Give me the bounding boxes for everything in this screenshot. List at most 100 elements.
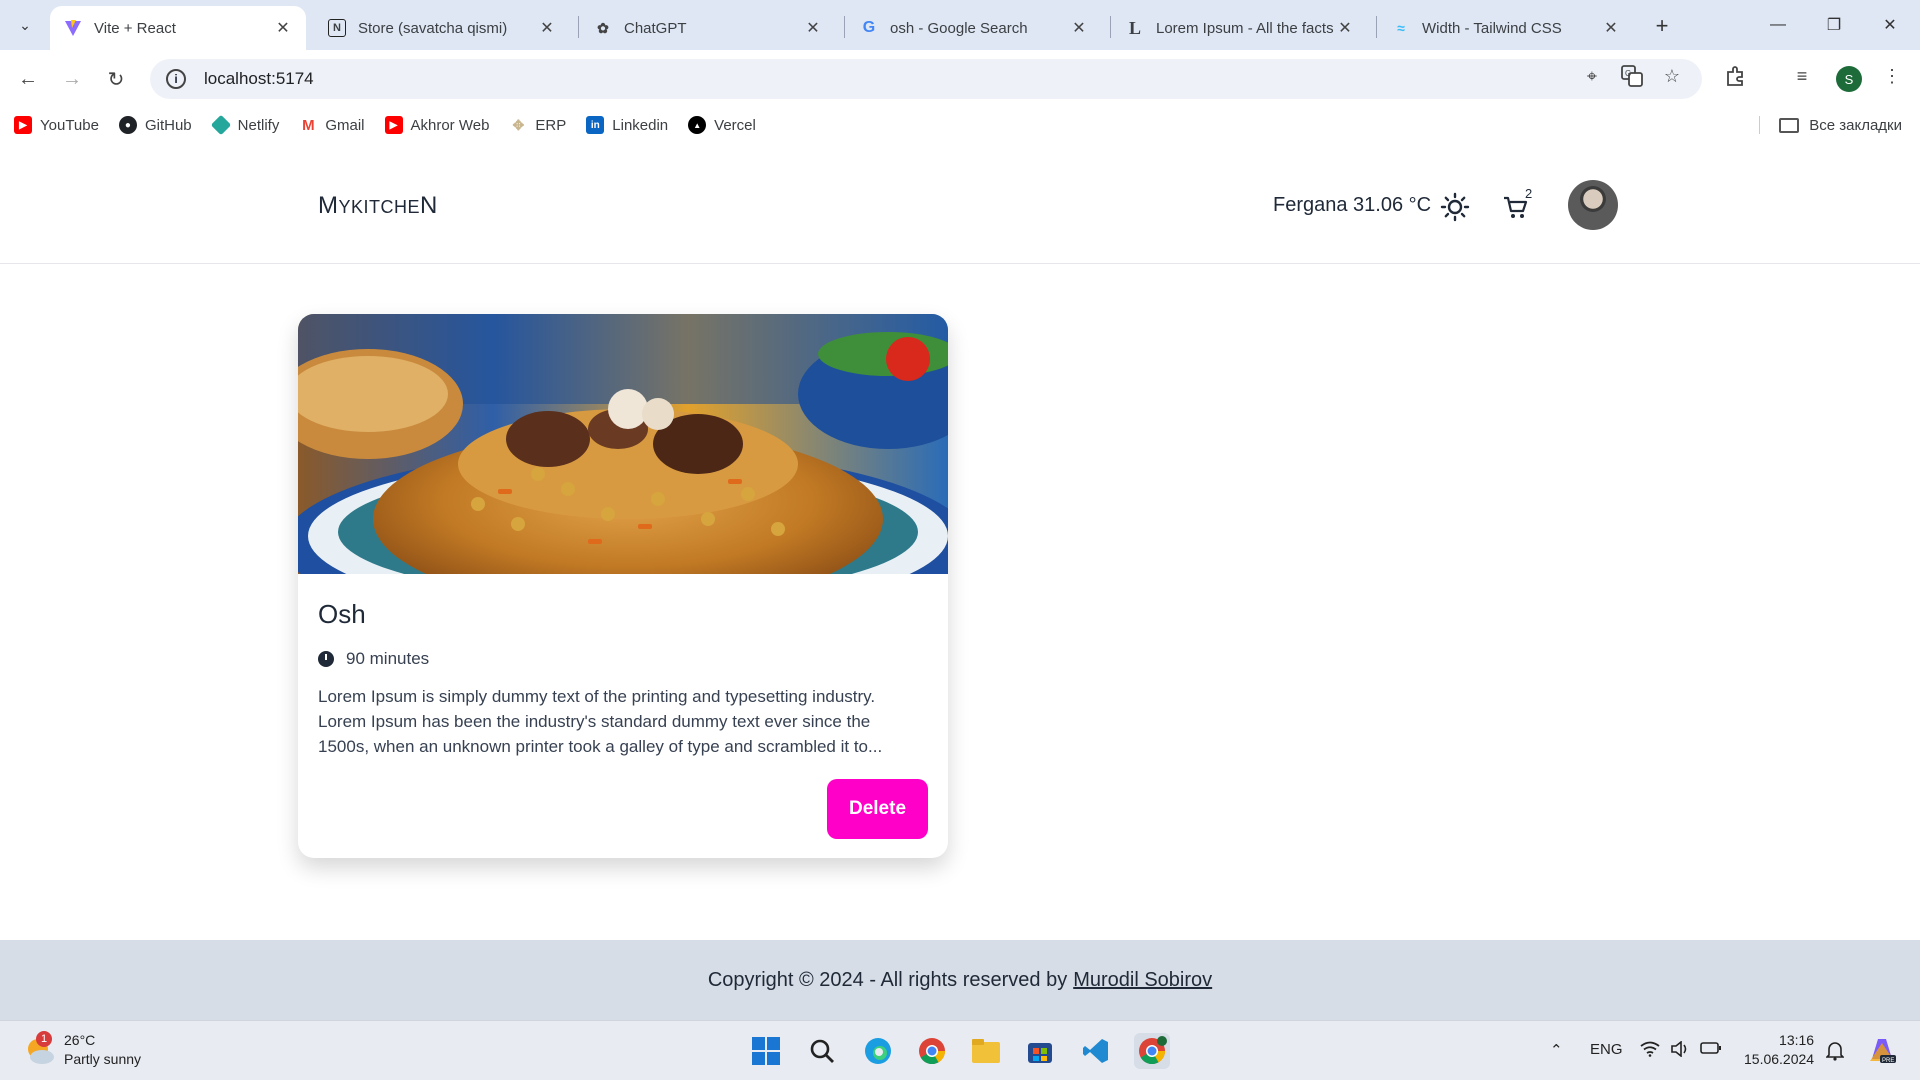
navigation-bar: ← → ↻ i localhost:5174 ⌖ G ☆ ≡ S ⋮ (0, 50, 1920, 108)
recipe-description: Lorem Ipsum is simply dummy text of the … (318, 687, 883, 756)
windows-start-icon[interactable] (748, 1033, 784, 1069)
logo-first-letter: M (318, 192, 339, 219)
translate-icon[interactable]: G (1618, 62, 1646, 90)
language-indicator[interactable]: ENG (1590, 1041, 1623, 1058)
site-header: MYKITCHEN Fergana 31.06 °C 2 (0, 142, 1920, 264)
chrome-active-icon[interactable] (1134, 1033, 1170, 1069)
tab-tailwind[interactable]: ≈ Width - Tailwind CSS ✕ (1378, 6, 1634, 50)
bookmark-divider (1759, 116, 1760, 134)
windows-taskbar: 1 26°C Partly sunny ⌃ ENG 13:16 15.06.20… (0, 1020, 1920, 1080)
chrome-icon[interactable] (914, 1033, 950, 1069)
menu-icon[interactable]: ⋮ (1878, 62, 1906, 90)
clock-date: 15.06.2024 (1744, 1051, 1815, 1067)
restore-button[interactable]: ❐ (1814, 10, 1854, 40)
reload-icon: ↻ (107, 68, 125, 91)
svg-text:G: G (1625, 69, 1631, 78)
recipe-title: Osh (318, 599, 366, 629)
close-icon[interactable]: ✕ (1602, 18, 1620, 38)
extensions-icon[interactable] (1722, 62, 1750, 90)
close-window-button[interactable]: ✕ (1870, 10, 1910, 40)
bookmark-akhror-web[interactable]: ▶ Akhror Web (384, 116, 489, 134)
bookmark-label: Gmail (325, 116, 365, 134)
profile-avatar[interactable]: S (1836, 66, 1862, 92)
back-button[interactable]: ← (12, 63, 44, 95)
site-logo[interactable]: MYKITCHEN (318, 192, 438, 220)
url-text: localhost:5174 (204, 69, 314, 88)
search-icon[interactable] (804, 1033, 840, 1069)
close-icon[interactable]: ✕ (538, 18, 556, 38)
all-bookmarks-button[interactable]: Все закладки (1779, 108, 1902, 142)
location-icon[interactable]: ⌖ (1578, 62, 1606, 90)
arrow-left-icon: ← (18, 67, 38, 90)
address-bar[interactable]: i localhost:5174 (150, 59, 1702, 99)
bookmark-label: Vercel (714, 116, 756, 134)
show-hidden-icons[interactable]: ⌃ (1550, 1041, 1563, 1059)
file-explorer-icon[interactable] (968, 1033, 1004, 1069)
recipe-card[interactable]: Osh 90 minutes Lorem Ipsum is simply dum… (298, 314, 948, 858)
tab-search-button[interactable]: ⌄ (10, 10, 40, 40)
tab-label: ChatGPT (624, 19, 687, 37)
minimize-button[interactable]: — (1758, 10, 1798, 40)
minimize-icon: — (1770, 16, 1786, 33)
media-control-icon[interactable]: ≡ (1788, 62, 1816, 90)
copilot-icon[interactable]: PRE (1866, 1035, 1898, 1069)
temperature-text: 26°C (64, 1032, 96, 1048)
bookmark-netlify[interactable]: Netlify (210, 114, 279, 136)
vercel-icon: ▲ (688, 116, 707, 134)
bookmark-linkedin[interactable]: in Linkedin (586, 116, 668, 134)
bookmark-youtube[interactable]: ▶ YouTube (14, 116, 99, 134)
bookmark-vercel[interactable]: ▲ Vercel (688, 116, 756, 134)
bookmark-gmail[interactable]: M Gmail (299, 116, 364, 134)
sun-icon[interactable] (1440, 192, 1470, 222)
tab-store[interactable]: N Store (savatcha qismi) ✕ (314, 6, 570, 50)
notification-bell-icon[interactable] (1825, 1041, 1845, 1065)
tab-chatgpt[interactable]: ✿ ChatGPT ✕ (580, 6, 836, 50)
linkedin-icon: in (586, 116, 605, 134)
youtube-icon: ▶ (384, 116, 403, 134)
volume-icon[interactable] (1670, 1040, 1690, 1061)
wifi-icon[interactable] (1640, 1041, 1660, 1061)
tab-label: Store (savatcha qismi) (358, 19, 508, 37)
tab-label: osh - Google Search (890, 19, 1028, 37)
forward-button[interactable]: → (56, 63, 88, 95)
vscode-icon[interactable] (1078, 1033, 1114, 1069)
weather-widget[interactable]: 1 26°C Partly sunny (22, 1031, 141, 1069)
bookmark-erp[interactable]: ✥ ERP (509, 116, 567, 134)
delete-button[interactable]: Delete (827, 779, 928, 839)
tailwind-icon: ≈ (1397, 20, 1405, 36)
tab-google-search[interactable]: G osh - Google Search ✕ (846, 6, 1102, 50)
tab-vite-react[interactable]: Vite + React ✕ (50, 6, 306, 50)
tab-lorem-ipsum[interactable]: L Lorem Ipsum - All the facts ✕ (1112, 6, 1368, 50)
reload-button[interactable]: ↻ (100, 63, 132, 95)
star-icon[interactable]: ☆ (1658, 62, 1686, 90)
author-link[interactable]: Murodil Sobirov (1073, 969, 1212, 992)
copyright-text: Copyright © 2024 - All rights reserved b… (707, 968, 1068, 991)
site-info-icon[interactable]: i (166, 69, 186, 89)
cart-count-badge: 2 (1525, 186, 1533, 201)
close-icon[interactable]: ✕ (1070, 18, 1088, 38)
close-icon[interactable]: ✕ (804, 18, 822, 38)
bookmark-github[interactable]: ● GitHub (118, 116, 192, 134)
new-tab-button[interactable]: + (1648, 12, 1676, 40)
close-icon[interactable]: ✕ (274, 18, 292, 38)
folder-icon (1779, 117, 1800, 133)
store-icon[interactable] (1022, 1033, 1058, 1069)
close-icon[interactable]: ✕ (1336, 18, 1354, 38)
bookmark-label: ERP (535, 116, 567, 134)
weather-text: Fergana 31.06 °C (1273, 194, 1432, 216)
browser-window: ⌄ Vite + React ✕ N Store (savatcha qismi… (0, 0, 1920, 1080)
tab-separator (1376, 16, 1377, 38)
edge-icon[interactable] (860, 1033, 896, 1069)
weather-condition: Partly sunny (64, 1051, 142, 1067)
user-avatar[interactable] (1568, 180, 1618, 230)
github-icon: ● (118, 116, 137, 134)
youtube-icon: ▶ (14, 116, 32, 134)
logo-middle: YKITCHE (338, 197, 421, 217)
system-clock[interactable]: 13:16 15.06.2024 (1744, 1031, 1814, 1069)
plus-icon: + (1655, 13, 1669, 38)
chevron-down-icon: ⌄ (19, 16, 31, 33)
vite-icon (64, 19, 82, 37)
notion-icon: N (328, 19, 346, 37)
battery-icon[interactable] (1700, 1041, 1722, 1059)
close-icon: ✕ (1883, 17, 1897, 34)
